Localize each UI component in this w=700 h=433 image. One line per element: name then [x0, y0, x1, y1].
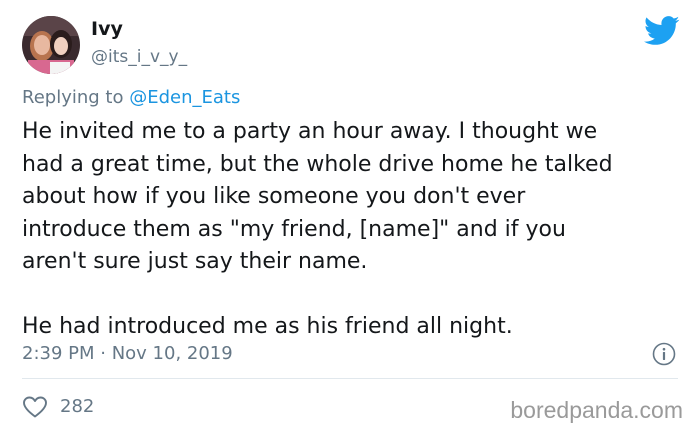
reply-prefix: Replying to	[22, 87, 130, 108]
reply-context: Replying to @Eden_Eats	[22, 86, 240, 110]
heart-icon[interactable]	[22, 395, 48, 419]
watermark: boredpanda.com	[510, 397, 683, 423]
info-icon[interactable]	[652, 342, 676, 366]
reply-mention-link[interactable]: @Eden_Eats	[129, 87, 240, 108]
tweet-text: He invited me to a party an hour away. I…	[22, 116, 682, 343]
avatar[interactable]	[22, 16, 80, 74]
tweet-paragraph: He had introduced me as his friend all n…	[22, 313, 513, 339]
display-name[interactable]: Ivy	[91, 17, 123, 41]
user-handle[interactable]: @its_i_v_y_	[91, 46, 187, 68]
tweet-paragraph: He invited me to a party an hour away. I…	[22, 119, 613, 274]
twitter-bird-icon[interactable]	[644, 16, 680, 46]
like-count: 282	[60, 396, 95, 417]
tweet-timestamp[interactable]: 2:39 PM · Nov 10, 2019	[22, 342, 233, 366]
divider	[22, 378, 678, 379]
avatar-photo	[22, 16, 80, 74]
